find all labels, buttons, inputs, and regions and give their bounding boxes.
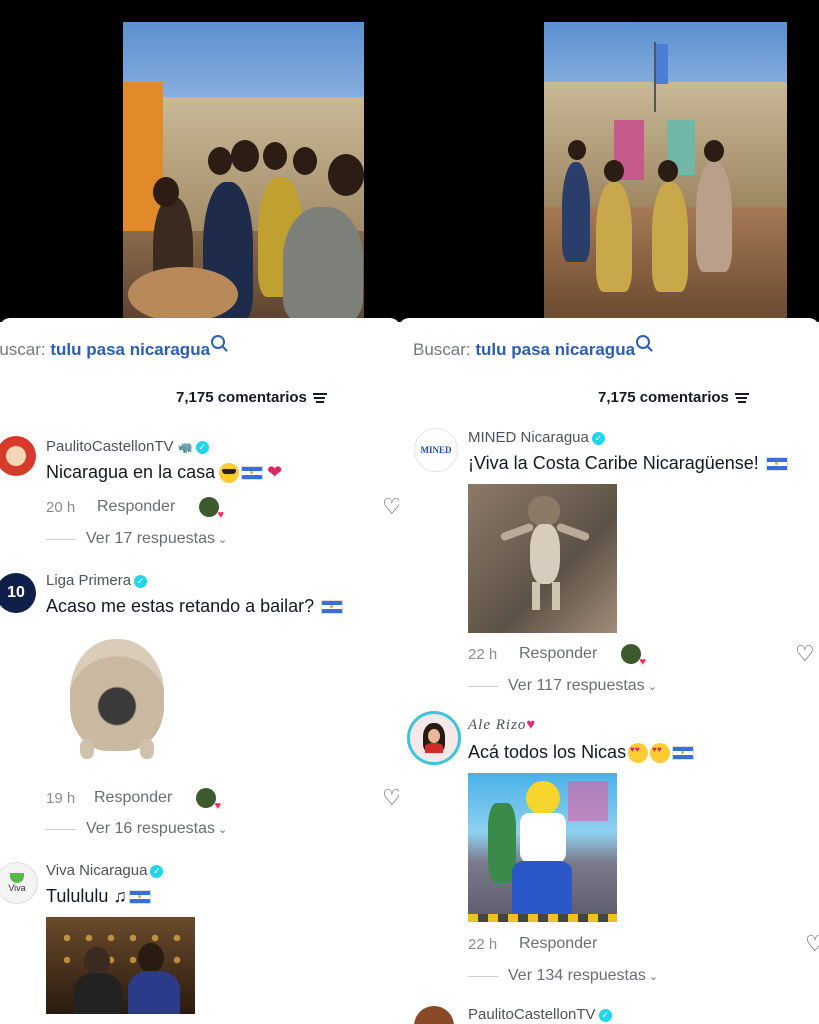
search-term[interactable]: tulu pasa nicaragua bbox=[475, 340, 635, 359]
chevron-down-icon: ⌄ bbox=[647, 680, 657, 693]
chevron-down-icon: ⌄ bbox=[648, 970, 659, 983]
avatar[interactable] bbox=[407, 711, 461, 765]
search-label: Buscar: bbox=[413, 340, 471, 359]
video-player[interactable] bbox=[0, 0, 400, 322]
view-replies-button[interactable]: Ver 16 respuestas ⌄ bbox=[46, 820, 227, 838]
red-heart-emoji-icon: ❤ bbox=[267, 462, 283, 482]
filter-icon[interactable] bbox=[734, 392, 749, 403]
comment-text: Acá todos los Nicas bbox=[468, 742, 695, 764]
comment-time: 20 h bbox=[46, 499, 76, 516]
comment-count: 7,175 comentarios bbox=[598, 389, 729, 406]
verified-badge-icon: ✓ bbox=[591, 431, 605, 445]
comment-username[interactable]: Liga Primera ✓ bbox=[46, 572, 148, 589]
reply-button[interactable]: Responder bbox=[97, 498, 175, 516]
dancing-kitten-sticker[interactable] bbox=[468, 484, 617, 633]
comment-time: 22 h bbox=[468, 646, 498, 663]
dance-gif-sticker[interactable] bbox=[46, 917, 195, 1014]
reply-button[interactable]: Responder bbox=[519, 935, 597, 953]
avatar[interactable] bbox=[414, 1006, 454, 1024]
search-icon[interactable] bbox=[211, 335, 226, 349]
nicaragua-flag-icon bbox=[672, 746, 695, 761]
filter-icon[interactable] bbox=[312, 392, 327, 403]
creator-liked-avatar bbox=[196, 788, 221, 812]
chevron-down-icon: ⌄ bbox=[217, 823, 228, 836]
comment-text: ¡Viva la Costa Caribe Nicaragüense! bbox=[468, 453, 788, 474]
left-screenshot: Buscar: tulu pasa nicaragua 7,175 coment… bbox=[0, 0, 400, 1024]
verified-badge-icon: ✓ bbox=[134, 574, 148, 588]
comment-username[interactable]: Viva Nicaragua ✓ bbox=[46, 862, 164, 879]
nicaragua-flag-icon bbox=[321, 600, 344, 615]
avatar[interactable]: MINED bbox=[414, 428, 458, 472]
video-thumbnail[interactable] bbox=[123, 22, 364, 320]
avatar[interactable] bbox=[0, 436, 36, 476]
comment-username[interactable]: PaulitoCastellonTV ✓ bbox=[468, 1006, 612, 1023]
comment-time: 19 h bbox=[46, 790, 76, 807]
comment-text: Nicaragua en la casa ❤ bbox=[46, 462, 283, 484]
comment-count-header: 7,175 comentarios bbox=[176, 389, 327, 406]
nicaragua-flag-icon bbox=[241, 466, 264, 481]
verified-badge-icon: ✓ bbox=[598, 1008, 612, 1022]
reply-button[interactable]: Responder bbox=[519, 645, 597, 663]
reply-button[interactable]: Responder bbox=[94, 789, 172, 807]
verified-badge-icon: ✓ bbox=[150, 864, 164, 878]
comment-username[interactable]: MINED Nicaragua ✓ bbox=[468, 429, 605, 446]
comment-username[interactable]: Ale Rizo♥ bbox=[468, 717, 536, 734]
like-heart-icon[interactable]: ♡ bbox=[382, 494, 400, 520]
comment-time: 22 h bbox=[468, 936, 498, 953]
view-replies-button[interactable]: Ver 117 respuestas ⌄ bbox=[468, 677, 657, 695]
creator-liked-avatar bbox=[199, 497, 224, 521]
avatar[interactable]: 10 bbox=[0, 573, 36, 613]
video-player[interactable] bbox=[399, 0, 819, 322]
like-heart-icon[interactable]: ♡ bbox=[382, 785, 400, 811]
like-heart-icon[interactable]: ♡ bbox=[795, 641, 815, 667]
comment-text: Tulululu ♫ bbox=[46, 886, 151, 907]
search-term[interactable]: tulu pasa nicaragua bbox=[50, 340, 210, 359]
nicaragua-flag-icon bbox=[765, 457, 788, 472]
comment-count: 7,175 comentarios bbox=[176, 389, 307, 406]
right-screenshot: Buscar: tulu pasa nicaragua 7,175 coment… bbox=[399, 0, 819, 1024]
creator-liked-avatar bbox=[621, 644, 646, 668]
animal-emoji-icon: 🦏 bbox=[177, 440, 193, 454]
view-replies-button[interactable]: Ver 17 respuestas ⌄ bbox=[46, 530, 227, 548]
comment-count-header: 7,175 comentarios bbox=[598, 389, 749, 406]
hamster-sticker[interactable] bbox=[66, 627, 168, 763]
heart-eyes-emoji-icon bbox=[650, 743, 671, 764]
like-heart-icon[interactable]: ♡ bbox=[805, 931, 819, 957]
verified-badge-icon: ✓ bbox=[195, 440, 209, 454]
search-suggestion[interactable]: Buscar: tulu pasa nicaragua bbox=[413, 335, 651, 360]
chevron-down-icon: ⌄ bbox=[217, 533, 228, 546]
avatar[interactable]: Viva bbox=[0, 862, 38, 904]
pink-heart-emoji-icon: ♥ bbox=[526, 717, 537, 733]
comment-text: Acaso me estas retando a bailar? bbox=[46, 596, 344, 617]
simpsons-dance-sticker[interactable] bbox=[468, 773, 617, 922]
view-replies-button[interactable]: Ver 134 respuestas ⌄ bbox=[468, 967, 658, 985]
search-icon[interactable] bbox=[636, 335, 651, 349]
video-thumbnail[interactable] bbox=[544, 22, 787, 320]
nicaragua-flag-icon bbox=[128, 890, 151, 905]
search-label: Buscar: bbox=[0, 340, 46, 359]
search-suggestion[interactable]: Buscar: tulu pasa nicaragua bbox=[0, 335, 226, 360]
comment-username[interactable]: PaulitoCastellonTV 🦏 ✓ bbox=[46, 438, 209, 455]
music-notes-icon: ♫ bbox=[113, 886, 127, 906]
sunglasses-emoji-icon bbox=[219, 463, 240, 484]
heart-eyes-emoji-icon bbox=[628, 743, 649, 764]
